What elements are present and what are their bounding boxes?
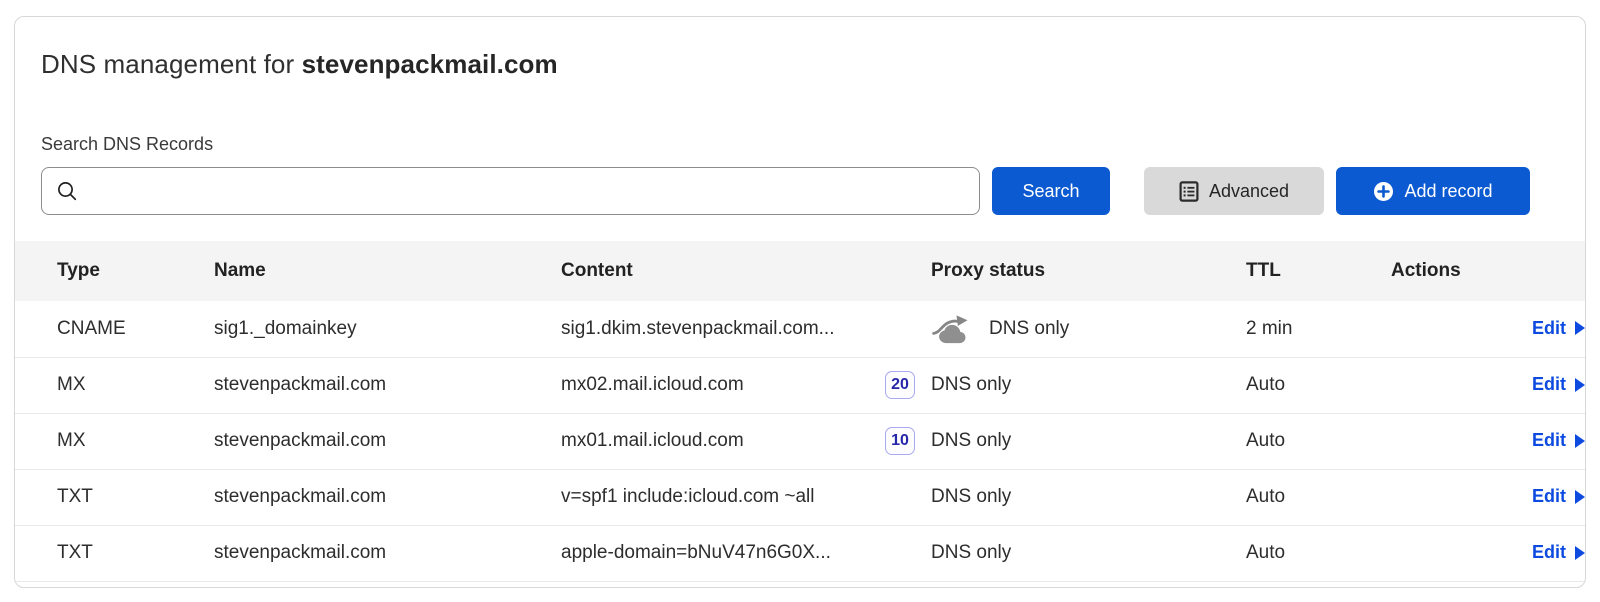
search-button[interactable]: Search	[992, 167, 1110, 215]
mx-priority-badge: 10	[885, 427, 915, 455]
chevron-right-icon	[1575, 490, 1585, 504]
table-header-row: Type Name Content Proxy status TTL Actio…	[15, 241, 1585, 301]
chevron-right-icon	[1575, 546, 1585, 560]
search-box	[41, 167, 980, 215]
column-header-content: Content	[561, 241, 931, 301]
dns-management-card: DNS management for stevenpackmail.com Se…	[14, 16, 1586, 588]
edit-record-link[interactable]: Edit	[1532, 430, 1585, 451]
record-content: v=spf1 include:icloud.com ~all	[561, 486, 814, 508]
record-name: stevenpackmail.com	[214, 357, 561, 413]
record-name: sig1._domainkey	[214, 301, 561, 357]
record-name: stevenpackmail.com	[214, 469, 561, 525]
column-header-ttl: TTL	[1246, 241, 1391, 301]
edit-link-label: Edit	[1532, 374, 1566, 395]
dns-records-table: Type Name Content Proxy status TTL Actio…	[15, 241, 1585, 582]
page-title-prefix: DNS management for	[41, 49, 302, 79]
search-input[interactable]	[88, 181, 965, 202]
table-row: TXT stevenpackmail.com v=spf1 include:ic…	[15, 469, 1585, 525]
add-record-button[interactable]: Add record	[1336, 167, 1530, 215]
edit-record-link[interactable]: Edit	[1532, 318, 1585, 339]
column-header-actions: Actions	[1391, 241, 1585, 301]
add-record-button-label: Add record	[1404, 181, 1492, 202]
record-ttl: 2 min	[1246, 301, 1391, 357]
column-header-proxy-status: Proxy status	[931, 241, 1246, 301]
chevron-right-icon	[1575, 378, 1585, 392]
chevron-right-icon	[1575, 321, 1585, 335]
record-content: mx02.mail.icloud.com	[561, 374, 744, 396]
record-ttl: Auto	[1246, 357, 1391, 413]
search-toolbar: Search Advanced	[41, 167, 1530, 215]
search-button-label: Search	[1022, 181, 1079, 202]
record-type: CNAME	[15, 301, 214, 357]
table-row: TXT stevenpackmail.com apple-domain=bNuV…	[15, 525, 1585, 581]
chevron-right-icon	[1575, 434, 1585, 448]
record-type: MX	[15, 357, 214, 413]
mx-priority-badge: 20	[885, 371, 915, 399]
dns-only-cloud-icon	[931, 314, 975, 344]
edit-link-label: Edit	[1532, 486, 1566, 507]
record-ttl: Auto	[1246, 469, 1391, 525]
column-header-name: Name	[214, 241, 561, 301]
record-type: MX	[15, 413, 214, 469]
search-label: Search DNS Records	[41, 134, 1559, 155]
table-row: MX stevenpackmail.com mx01.mail.icloud.c…	[15, 413, 1585, 469]
search-icon	[56, 180, 78, 202]
record-content: apple-domain=bNuV47n6G0X...	[561, 542, 831, 564]
record-type: TXT	[15, 525, 214, 581]
proxy-status-text: DNS only	[989, 318, 1069, 340]
edit-link-label: Edit	[1532, 318, 1566, 339]
edit-record-link[interactable]: Edit	[1532, 486, 1585, 507]
record-content: mx01.mail.icloud.com	[561, 430, 744, 452]
proxy-status-text: DNS only	[931, 542, 1011, 564]
record-ttl: Auto	[1246, 413, 1391, 469]
record-ttl: Auto	[1246, 525, 1391, 581]
advanced-button-label: Advanced	[1209, 181, 1289, 202]
list-document-icon	[1179, 181, 1199, 202]
proxy-status-text: DNS only	[931, 430, 1011, 452]
plus-circle-icon	[1373, 181, 1394, 202]
advanced-button[interactable]: Advanced	[1144, 167, 1324, 215]
proxy-status-text: DNS only	[931, 486, 1011, 508]
record-name: stevenpackmail.com	[214, 525, 561, 581]
table-row: MX stevenpackmail.com mx02.mail.icloud.c…	[15, 357, 1585, 413]
record-type: TXT	[15, 469, 214, 525]
edit-link-label: Edit	[1532, 542, 1566, 563]
edit-record-link[interactable]: Edit	[1532, 542, 1585, 563]
edit-record-link[interactable]: Edit	[1532, 374, 1585, 395]
page-title-domain: stevenpackmail.com	[302, 49, 558, 79]
column-header-type: Type	[15, 241, 214, 301]
proxy-status-text: DNS only	[931, 374, 1011, 396]
table-row: CNAME sig1._domainkey sig1.dkim.stevenpa…	[15, 301, 1585, 357]
page-title: DNS management for stevenpackmail.com	[41, 49, 1559, 80]
edit-link-label: Edit	[1532, 430, 1566, 451]
record-name: stevenpackmail.com	[214, 413, 561, 469]
record-content: sig1.dkim.stevenpackmail.com...	[561, 318, 835, 340]
